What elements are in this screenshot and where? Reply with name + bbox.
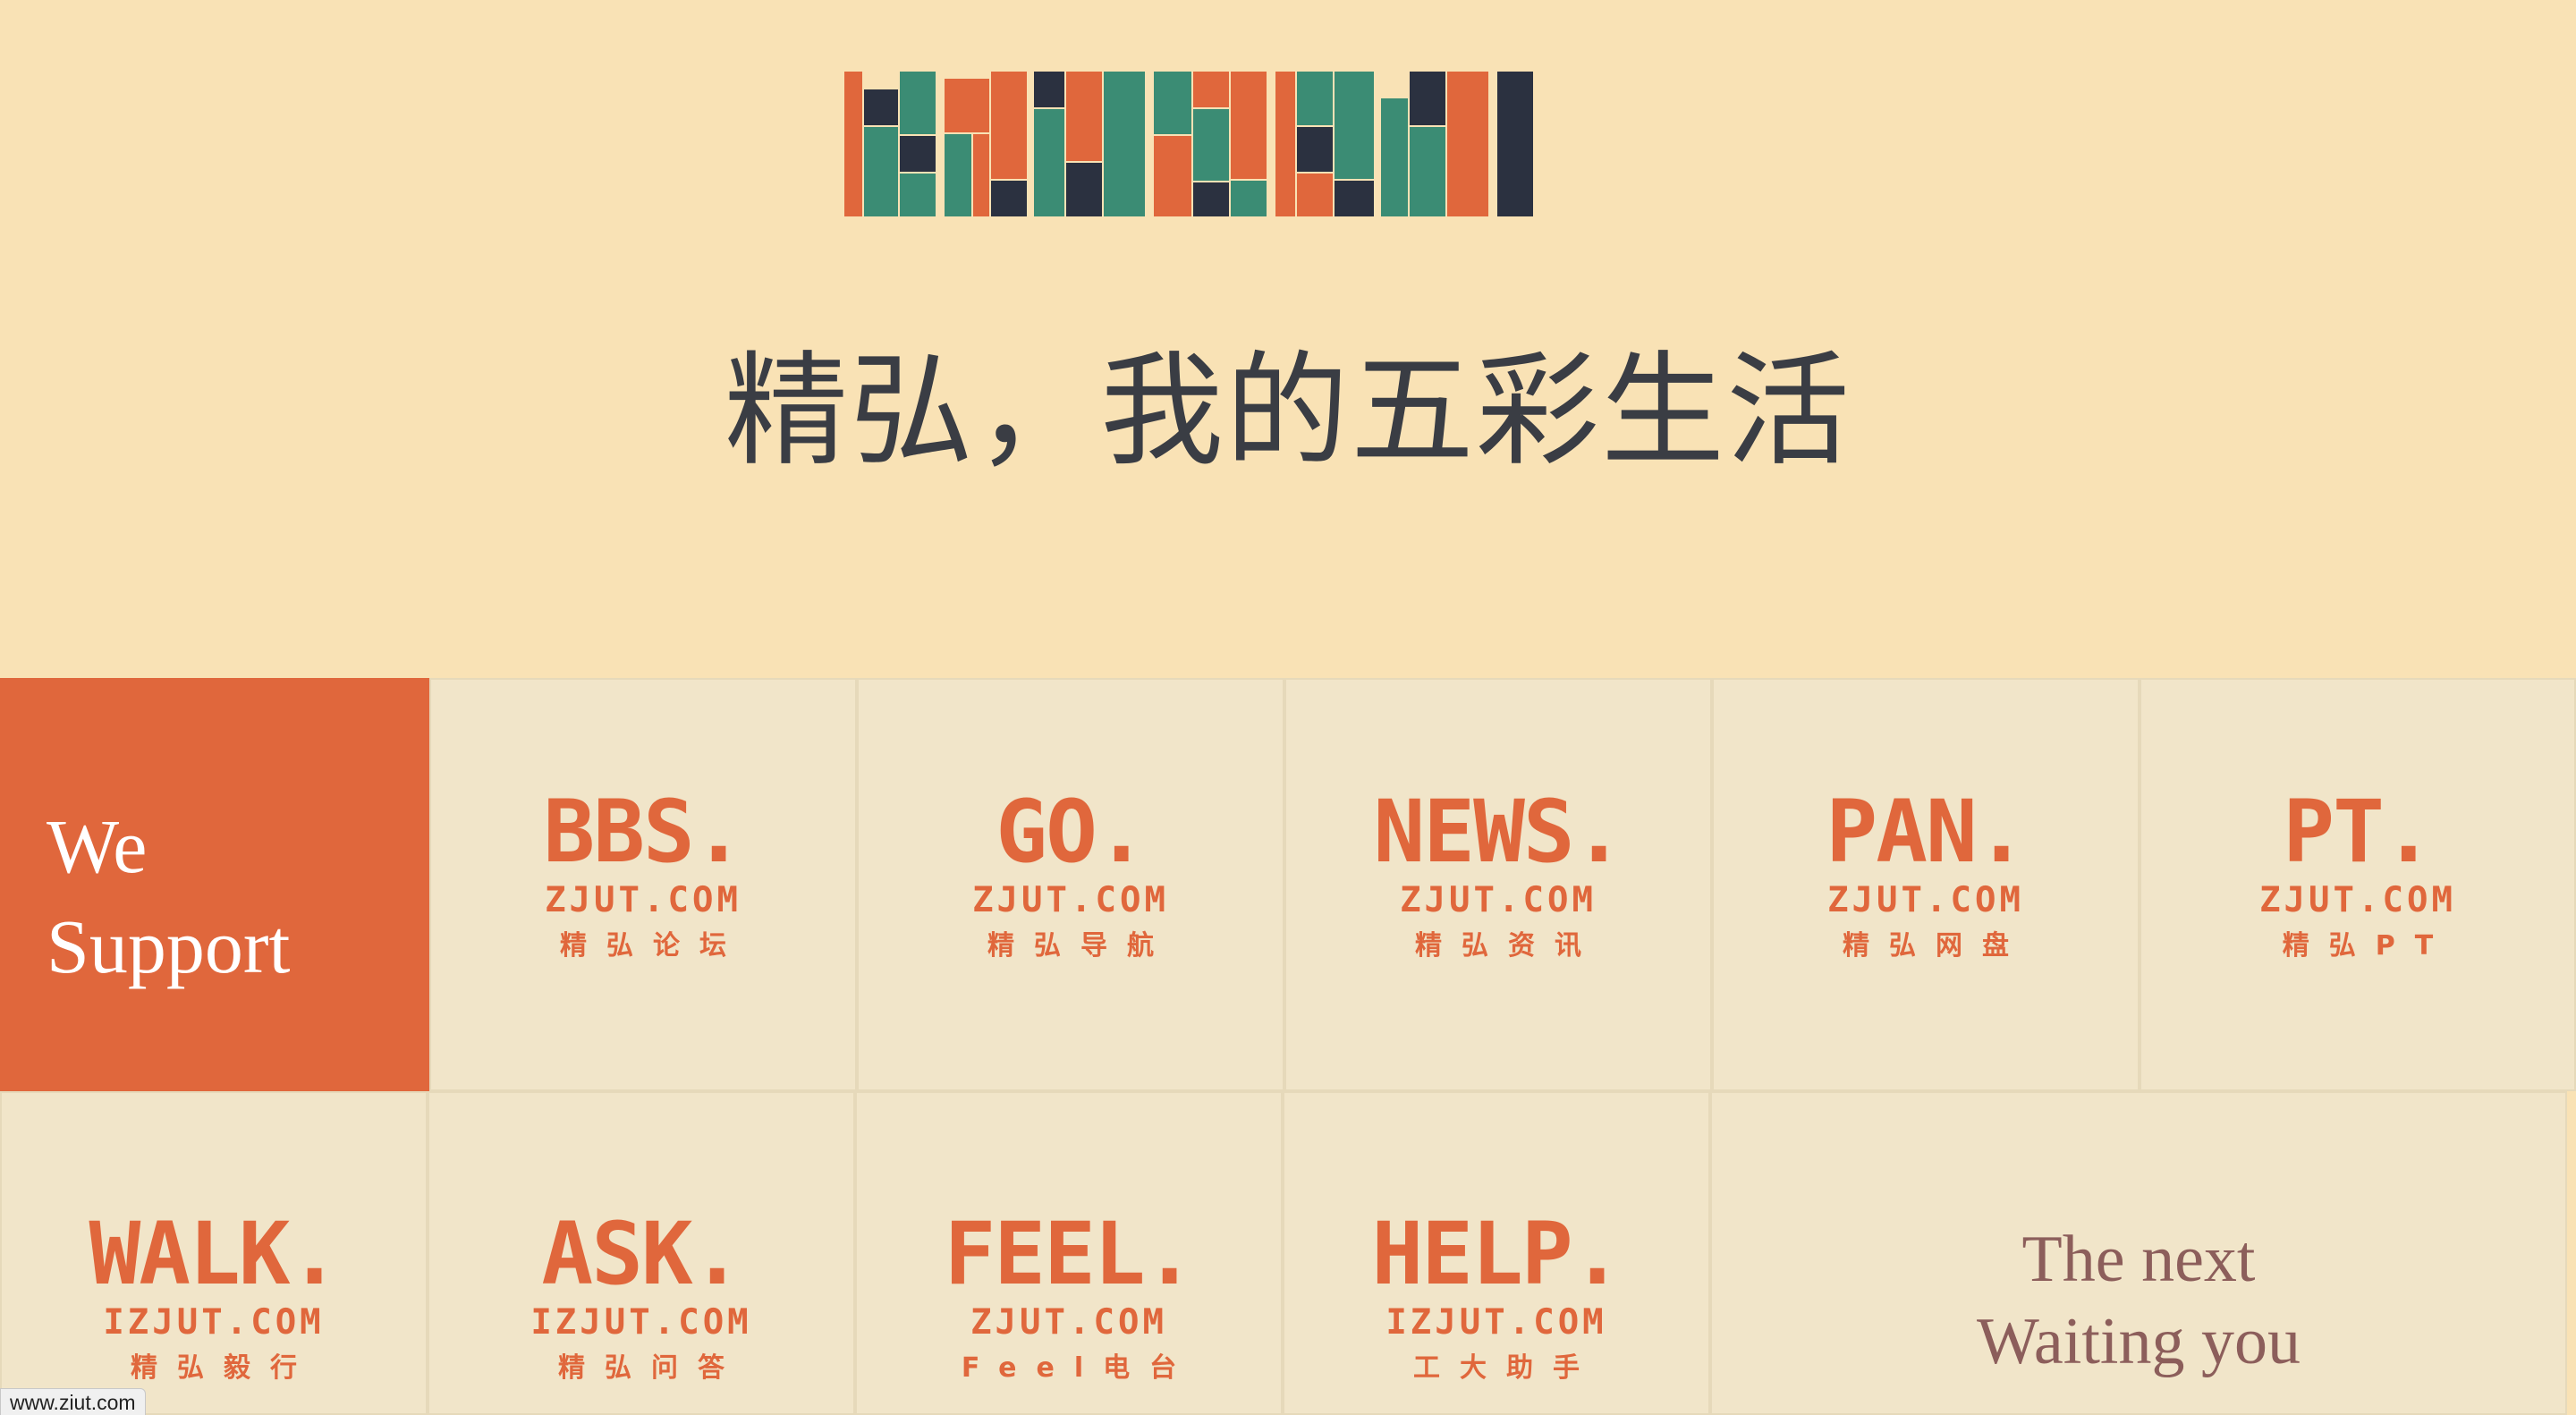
service-art-pt: PT. ZJUT.COM 精弘PT — [2141, 787, 2574, 966]
service-domain: ZJUT.COM — [972, 880, 1169, 920]
service-name: FEEL. — [944, 1204, 1196, 1304]
service-domain: IZJUT.COM — [103, 1302, 325, 1343]
service-tile-news[interactable]: NEWS. ZJUT.COM 精弘资讯 — [1284, 678, 1712, 1091]
service-name: ASK. — [541, 1204, 742, 1304]
service-tile-pan[interactable]: PAN. ZJUT.COM 精弘网盘 — [1712, 678, 2140, 1091]
service-label: 精弘资讯 — [1415, 930, 1601, 962]
page: 精弘，我的五彩生活 We Support BBS. ZJUT.COM 精弘论坛 … — [0, 0, 2576, 1415]
service-art-ask: ASK. IZJUT.COM 精弘问答 — [429, 1209, 853, 1388]
next-line1: The next — [2021, 1223, 2256, 1296]
service-label: 精弘论坛 — [560, 930, 746, 962]
service-domain: ZJUT.COM — [970, 1302, 1167, 1343]
service-art-go: GO. ZJUT.COM 精弘导航 — [859, 787, 1283, 966]
we-support-text: We Support — [47, 796, 404, 996]
service-label: 精弘网盘 — [1843, 930, 2029, 962]
team-logo[interactable] — [844, 72, 1737, 216]
next-text: The next Waiting you — [1712, 1218, 2565, 1383]
slogan: 精弘，我的五彩生活 — [724, 339, 1852, 483]
we-support-line1: We — [47, 803, 148, 889]
service-name: PAN. — [1826, 782, 2027, 882]
we-support-tile: We Support — [0, 678, 429, 1091]
service-domain: ZJUT.COM — [545, 880, 741, 920]
service-tile-go[interactable]: GO. ZJUT.COM 精弘导航 — [857, 678, 1284, 1091]
service-label: 精弘问答 — [558, 1352, 744, 1384]
service-label: 精弘导航 — [987, 930, 1174, 962]
service-tile-feel[interactable]: FEEL. ZJUT.COM Feel电台 — [855, 1091, 1283, 1415]
service-domain: ZJUT.COM — [2259, 880, 2456, 920]
service-name: BBS. — [543, 782, 744, 882]
service-label: 精弘毅行 — [131, 1352, 317, 1384]
service-label: Feel电台 — [961, 1352, 1197, 1384]
next-line2: Waiting you — [1977, 1305, 2301, 1378]
service-label: 精弘PT — [2282, 930, 2453, 962]
service-art-help: HELP. IZJUT.COM 工大助手 — [1284, 1209, 1708, 1388]
service-art-feel: FEEL. ZJUT.COM Feel电台 — [857, 1209, 1281, 1388]
service-name: PT. — [2283, 782, 2434, 882]
service-domain: IZJUT.COM — [1385, 1302, 1607, 1343]
service-domain: ZJUT.COM — [1827, 880, 2024, 920]
service-tile-ask[interactable]: ASK. IZJUT.COM 精弘问答 — [428, 1091, 855, 1415]
service-name: HELP. — [1371, 1204, 1623, 1304]
service-name: NEWS. — [1373, 782, 1625, 882]
next-tile: The next Waiting you — [1710, 1091, 2567, 1415]
service-art-news: NEWS. ZJUT.COM 精弘资讯 — [1286, 787, 1710, 966]
team-logo-art — [844, 72, 1533, 216]
service-art-walk: WALK. IZJUT.COM 精弘毅行 — [2, 1209, 426, 1388]
service-tile-pt[interactable]: PT. ZJUT.COM 精弘PT — [2140, 678, 2576, 1091]
services-grid: We Support BBS. ZJUT.COM 精弘论坛 GO. ZJUT.C… — [0, 678, 2576, 1415]
we-support-line2: Support — [47, 903, 291, 989]
service-tile-help[interactable]: HELP. IZJUT.COM 工大助手 — [1283, 1091, 1710, 1415]
service-domain: ZJUT.COM — [1400, 880, 1597, 920]
service-label: 工大助手 — [1413, 1352, 1599, 1384]
service-name: GO. — [996, 782, 1147, 882]
service-tile-bbs[interactable]: BBS. ZJUT.COM 精弘论坛 — [429, 678, 857, 1091]
service-domain: IZJUT.COM — [530, 1302, 752, 1343]
status-bar-url: www.ziut.com — [0, 1388, 146, 1415]
service-art-pan: PAN. ZJUT.COM 精弘网盘 — [1714, 787, 2138, 966]
header: 精弘，我的五彩生活 — [0, 0, 2576, 678]
service-tile-walk[interactable]: WALK. IZJUT.COM 精弘毅行 — [0, 1091, 428, 1415]
service-name: WALK. — [89, 1204, 341, 1304]
service-art-bbs: BBS. ZJUT.COM 精弘论坛 — [431, 787, 855, 966]
